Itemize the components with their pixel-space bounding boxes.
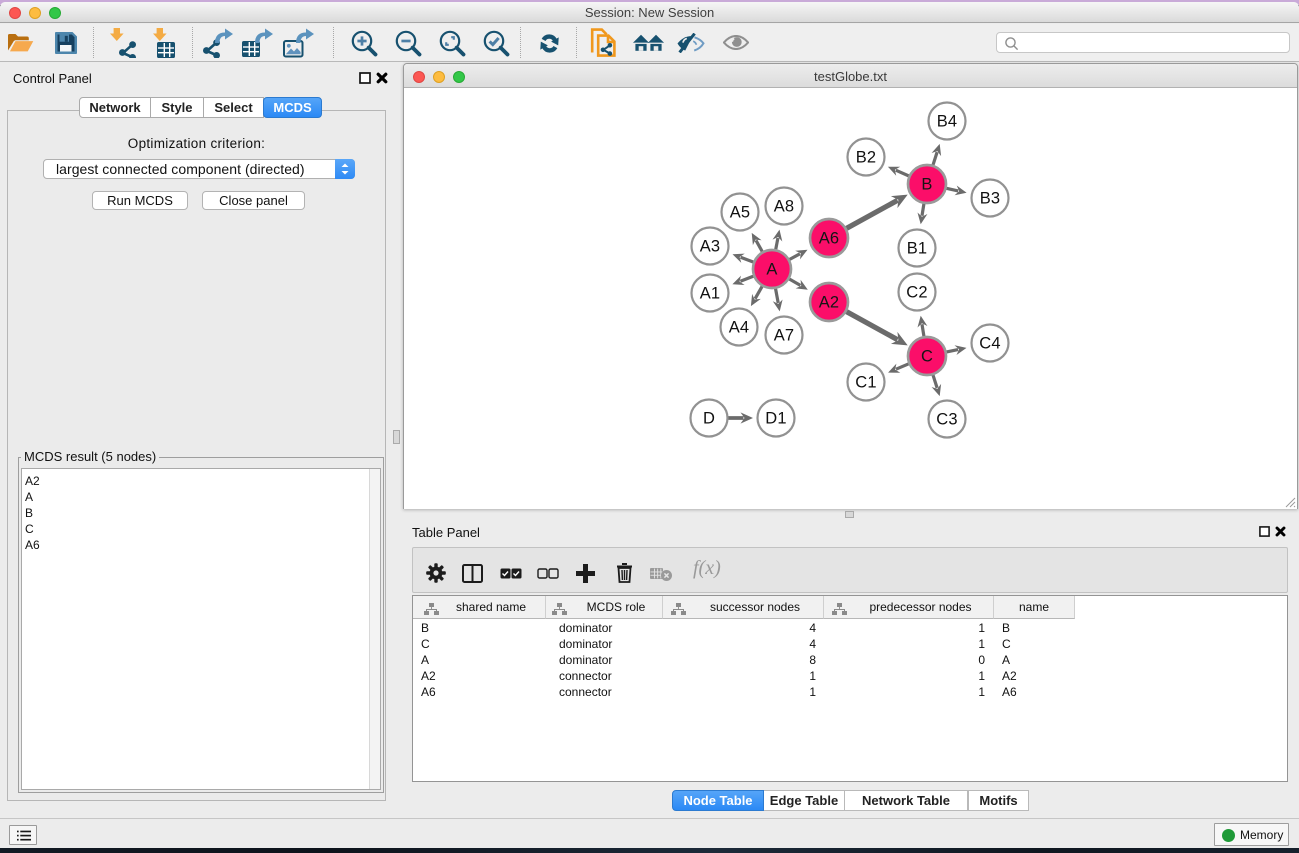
svg-text:A8: A8 xyxy=(774,198,795,216)
svg-text:A5: A5 xyxy=(730,204,751,222)
svg-text:A1: A1 xyxy=(700,285,721,303)
svg-text:C3: C3 xyxy=(936,411,958,429)
svg-text:B1: B1 xyxy=(907,240,928,258)
svg-text:A3: A3 xyxy=(700,238,721,256)
svg-text:C4: C4 xyxy=(979,335,1001,353)
svg-text:B3: B3 xyxy=(980,190,1001,208)
svg-text:B2: B2 xyxy=(856,149,877,167)
svg-text:C1: C1 xyxy=(855,374,877,392)
svg-text:A6: A6 xyxy=(819,230,840,248)
svg-text:A7: A7 xyxy=(774,327,795,345)
svg-text:C: C xyxy=(921,348,933,366)
svg-text:B: B xyxy=(921,176,932,194)
svg-text:C2: C2 xyxy=(906,284,928,302)
svg-text:B4: B4 xyxy=(937,113,958,131)
svg-text:A: A xyxy=(766,261,777,279)
svg-text:A2: A2 xyxy=(819,294,840,312)
svg-text:D: D xyxy=(703,410,715,428)
svg-text:A4: A4 xyxy=(729,319,750,337)
svg-text:D1: D1 xyxy=(765,410,787,428)
